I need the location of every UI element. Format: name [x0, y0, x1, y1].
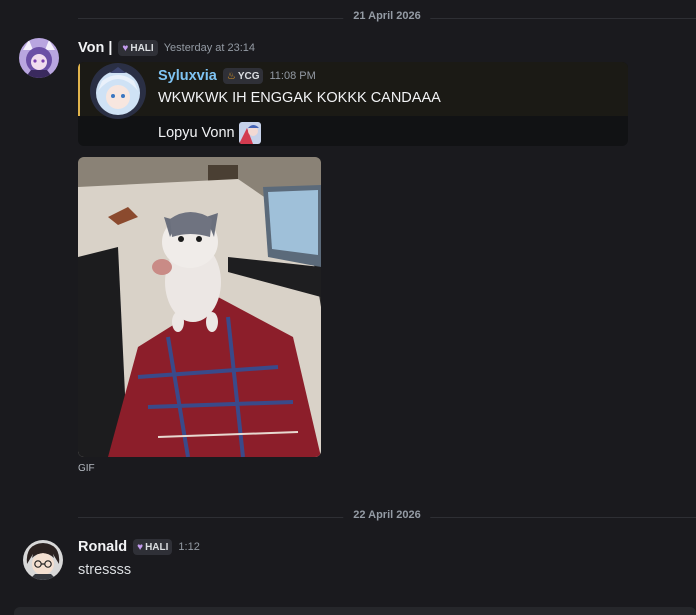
guild-tag-badge[interactable]: ♥ HALI	[133, 539, 173, 555]
reply-timestamp[interactable]: 11:08 PM	[269, 70, 315, 82]
reply-subtext: Lopyu Vonn	[158, 125, 235, 141]
date-divider-label: 22 April 2026	[343, 509, 431, 521]
fire-icon: ♨	[226, 70, 236, 82]
message-header: Ronald ♥ HALI 1:12	[78, 539, 200, 555]
timestamp[interactable]: Yesterday at 23:14	[164, 42, 255, 54]
gif-attachment[interactable]	[78, 157, 321, 457]
heart-icon: ♥	[122, 42, 129, 54]
username[interactable]: Von |	[78, 40, 112, 56]
reply-message-text: WKWKWK IH ENGGAK KOKKK CANDAAA	[158, 90, 441, 106]
guild-tag-badge[interactable]: ♥ HALI	[118, 40, 158, 56]
timestamp[interactable]: 1:12	[178, 541, 199, 553]
emoji-sticker[interactable]	[238, 122, 261, 144]
reply-avatar[interactable]	[90, 63, 146, 119]
message-text: stressss	[78, 562, 132, 578]
date-divider-label: 21 April 2026	[343, 10, 431, 22]
avatar[interactable]	[19, 38, 59, 78]
reply-subtext-row: Lopyu Vonn	[158, 122, 261, 144]
date-divider: 22 April 2026	[78, 509, 696, 521]
username[interactable]: Ronald	[78, 539, 127, 555]
chat-view: 21 April 2026 Von | ♥ HALI Yesterday at …	[0, 0, 696, 615]
message-header: Von | ♥ HALI Yesterday at 23:14	[78, 40, 255, 56]
guild-tag-badge[interactable]: ♨ YCG	[222, 68, 264, 84]
reply-header: Syluxvia ♨ YCG 11:08 PM	[158, 68, 316, 84]
forwarded-message-card[interactable]: Syluxvia ♨ YCG 11:08 PM WKWKWK IH ENGGAK…	[78, 62, 628, 146]
badge-label: HALI	[130, 42, 154, 54]
badge-label: YCG	[237, 70, 260, 82]
badge-label: HALI	[145, 541, 169, 553]
gif-label: GIF	[78, 463, 95, 474]
heart-icon: ♥	[137, 541, 144, 553]
reply-username[interactable]: Syluxvia	[158, 68, 217, 84]
message-input-bar[interactable]	[14, 607, 696, 615]
date-divider: 21 April 2026	[78, 10, 696, 22]
avatar[interactable]	[23, 540, 63, 580]
